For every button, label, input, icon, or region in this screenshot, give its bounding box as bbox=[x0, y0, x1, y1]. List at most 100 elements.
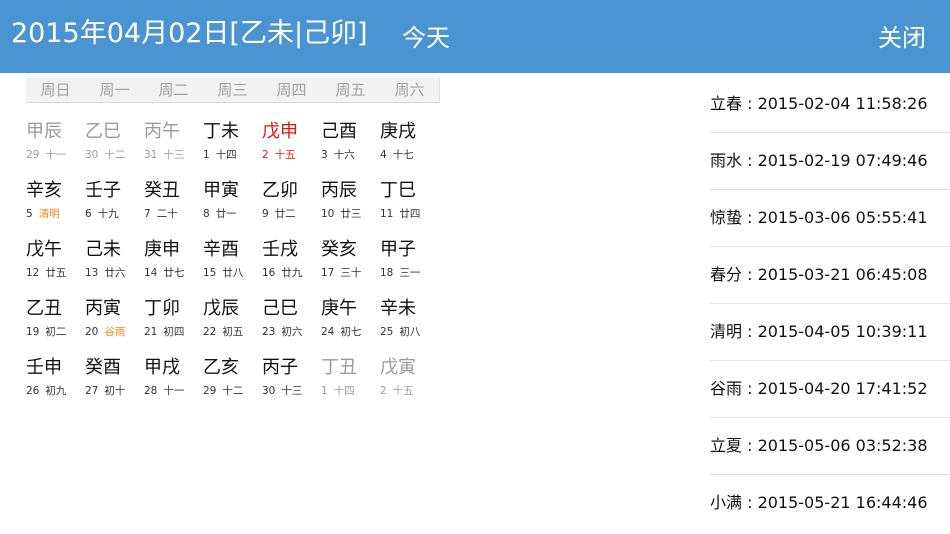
today-button[interactable]: 今天 bbox=[402, 18, 450, 58]
day-ganzhi: 癸酉 bbox=[85, 357, 121, 378]
day-number: 15 bbox=[203, 267, 217, 279]
day-subline: 20 谷雨 bbox=[85, 325, 125, 339]
weekday-label: 周五 bbox=[335, 81, 366, 99]
calendar-day-cell[interactable]: 丁卯 21 初四 bbox=[144, 293, 203, 349]
calendar-day-cell[interactable]: 壬子 6 十九 bbox=[85, 175, 144, 231]
calendar-day-cell[interactable]: 辛亥 5 清明 bbox=[26, 175, 85, 231]
day-ganzhi: 癸丑 bbox=[144, 180, 180, 201]
day-ganzhi: 甲辰 bbox=[26, 121, 62, 142]
calendar-day-cell[interactable]: 甲寅 8 廿一 bbox=[203, 175, 262, 231]
lunar-day: 十二 bbox=[104, 149, 126, 161]
day-subline: 8 廿一 bbox=[203, 207, 237, 221]
calendar-day-cell[interactable]: 丁未 1 十四 bbox=[203, 116, 262, 172]
day-number: 7 bbox=[144, 208, 151, 220]
calendar-day-cell[interactable]: 丙午 31 十三 bbox=[144, 116, 203, 172]
solar-term-text: 小满 : 2015-05-21 16:44:46 bbox=[710, 493, 928, 512]
day-number: 22 bbox=[203, 326, 217, 338]
weekday-label: 周四 bbox=[276, 81, 307, 99]
calendar-day-cell[interactable]: 庚午 24 初七 bbox=[321, 293, 380, 349]
day-ganzhi: 丙辰 bbox=[321, 180, 357, 201]
calendar-day-cell[interactable]: 甲戌 28 十一 bbox=[144, 352, 203, 408]
day-ganzhi: 辛未 bbox=[380, 298, 416, 319]
calendar-day-cell[interactable]: 乙丑 19 初二 bbox=[26, 293, 85, 349]
day-subline: 23 初六 bbox=[262, 325, 302, 339]
day-number: 23 bbox=[262, 326, 276, 338]
calendar-day-cell[interactable]: 丙辰 10 廿三 bbox=[321, 175, 380, 231]
solar-term-text: 立夏 : 2015-05-06 03:52:38 bbox=[710, 436, 928, 455]
calendar-day-cell[interactable]: 乙亥 29 十二 bbox=[203, 352, 262, 408]
day-ganzhi: 戊午 bbox=[26, 239, 62, 260]
day-ganzhi: 壬戌 bbox=[262, 239, 298, 260]
day-subline: 4 十七 bbox=[380, 148, 414, 162]
close-button[interactable]: 关闭 bbox=[878, 18, 926, 58]
calendar-day-cell[interactable]: 甲子 18 三一 bbox=[380, 234, 439, 290]
day-number: 26 bbox=[26, 385, 40, 397]
day-subline: 2 十五 bbox=[380, 384, 414, 398]
day-number: 19 bbox=[26, 326, 40, 338]
solar-term-text: 立春 : 2015-02-04 11:58:26 bbox=[710, 94, 928, 113]
day-subline: 1 十四 bbox=[203, 148, 237, 162]
calendar-day-cell[interactable]: 戊午 12 廿五 bbox=[26, 234, 85, 290]
day-ganzhi: 辛亥 bbox=[26, 180, 62, 201]
lunar-day: 初九 bbox=[45, 385, 67, 397]
solar-term-row: 立夏 : 2015-05-06 03:52:38 bbox=[710, 418, 950, 475]
calendar-day-cell[interactable]: 己酉 3 十六 bbox=[321, 116, 380, 172]
day-subline: 29 十二 bbox=[203, 384, 243, 398]
lunar-day: 廿七 bbox=[163, 267, 185, 279]
day-ganzhi: 庚申 bbox=[144, 239, 180, 260]
day-subline: 1 十四 bbox=[321, 384, 355, 398]
solar-term-text: 惊蛰 : 2015-03-06 05:55:41 bbox=[710, 208, 928, 227]
calendar-day-cell[interactable]: 辛未 25 初八 bbox=[380, 293, 439, 349]
day-ganzhi: 戊辰 bbox=[203, 298, 239, 319]
calendar-day-cell[interactable]: 庚戌 4 十七 bbox=[380, 116, 439, 172]
calendar-day-cell[interactable]: 己未 13 廿六 bbox=[85, 234, 144, 290]
calendar-day-cell[interactable]: 甲辰 29 十一 bbox=[26, 116, 85, 172]
day-subline: 30 十二 bbox=[85, 148, 125, 162]
calendar-day-cell[interactable]: 癸亥 17 三十 bbox=[321, 234, 380, 290]
calendar-day-cell[interactable]: 丁巳 11 廿四 bbox=[380, 175, 439, 231]
day-subline: 13 廿六 bbox=[85, 266, 125, 280]
day-number: 17 bbox=[321, 267, 335, 279]
day-subline: 22 初五 bbox=[203, 325, 243, 339]
day-number: 4 bbox=[380, 149, 387, 161]
calendar-day-cell[interactable]: 己巳 23 初六 bbox=[262, 293, 321, 349]
day-number: 28 bbox=[144, 385, 158, 397]
lunar-day: 十一 bbox=[45, 149, 67, 161]
solar-term-row: 惊蛰 : 2015-03-06 05:55:41 bbox=[710, 190, 950, 247]
day-ganzhi: 丁卯 bbox=[144, 298, 180, 319]
day-subline: 2 十五 bbox=[262, 148, 296, 162]
date-title-button[interactable]: 2015年04月02日[乙未|己卯] bbox=[11, 14, 368, 54]
solar-term-label: 谷雨 bbox=[104, 326, 126, 338]
calendar-day-cell[interactable]: 戊辰 22 初五 bbox=[203, 293, 262, 349]
lunar-day: 初六 bbox=[281, 326, 303, 338]
day-subline: 19 初二 bbox=[26, 325, 66, 339]
calendar-day-cell[interactable]: 丁丑 1 十四 bbox=[321, 352, 380, 408]
lunar-day: 廿六 bbox=[104, 267, 126, 279]
calendar-day-cell[interactable]: 辛酉 15 廿八 bbox=[203, 234, 262, 290]
day-subline: 15 廿八 bbox=[203, 266, 243, 280]
day-number: 1 bbox=[321, 385, 328, 397]
lunar-day: 二十 bbox=[156, 208, 178, 220]
day-subline: 11 廿四 bbox=[380, 207, 420, 221]
calendar-day-cell[interactable]: 庚申 14 廿七 bbox=[144, 234, 203, 290]
calendar-day-cell[interactable]: 壬戌 16 廿九 bbox=[262, 234, 321, 290]
calendar-day-cell[interactable]: 癸丑 7 二十 bbox=[144, 175, 203, 231]
calendar-day-cell[interactable]: 癸酉 27 初十 bbox=[85, 352, 144, 408]
day-number: 12 bbox=[26, 267, 40, 279]
day-number: 29 bbox=[203, 385, 217, 397]
calendar-day-cell[interactable]: 戊寅 2 十五 bbox=[380, 352, 439, 408]
lunar-day: 初七 bbox=[340, 326, 362, 338]
day-number: 31 bbox=[144, 149, 158, 161]
day-subline: 6 十九 bbox=[85, 207, 119, 221]
calendar-day-cell[interactable]: 丙子 30 十三 bbox=[262, 352, 321, 408]
solar-term-row: 谷雨 : 2015-04-20 17:41:52 bbox=[710, 361, 950, 418]
calendar-day-cell[interactable]: 乙巳 30 十二 bbox=[85, 116, 144, 172]
calendar-day-cell-today[interactable]: 戊申 2 十五 bbox=[262, 116, 321, 172]
calendar-day-cell[interactable]: 壬申 26 初九 bbox=[26, 352, 85, 408]
day-ganzhi: 甲寅 bbox=[203, 180, 239, 201]
day-ganzhi: 己未 bbox=[85, 239, 121, 260]
day-subline: 28 十一 bbox=[144, 384, 184, 398]
calendar-day-cell[interactable]: 乙卯 9 廿二 bbox=[262, 175, 321, 231]
day-number: 30 bbox=[262, 385, 276, 397]
calendar-day-cell[interactable]: 丙寅 20 谷雨 bbox=[85, 293, 144, 349]
